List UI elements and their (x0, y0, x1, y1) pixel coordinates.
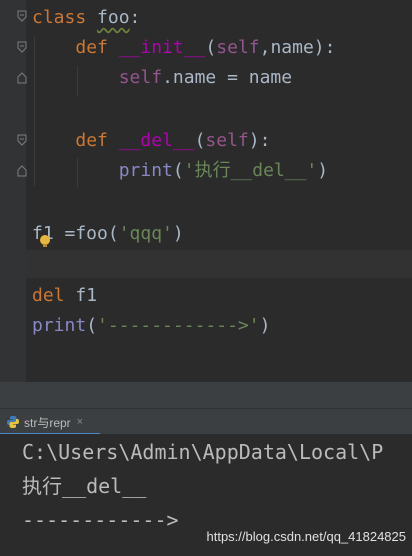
code-token: 'qqq' (118, 223, 173, 244)
editor-gutter (0, 0, 26, 382)
code-token: print (118, 160, 173, 181)
code-token: .name = name (162, 67, 293, 88)
console-output-line: C:\Users\Admin\AppData\Local\P (22, 440, 384, 464)
console-output-line: ------------> (22, 508, 179, 532)
watermark: https://blog.csdn.net/qq_41824825 (206, 529, 407, 544)
code-token: ) (259, 315, 271, 336)
code-token: f1 (64, 285, 98, 306)
console-output-line: 执行__del__ (22, 474, 147, 498)
close-icon[interactable]: × (77, 416, 83, 428)
code-token: def (75, 37, 108, 58)
code-token: def (75, 130, 108, 151)
code-line[interactable]: print('------------>') (32, 311, 270, 341)
code-line[interactable]: del f1 (32, 281, 97, 311)
code-token: ( (86, 315, 98, 336)
code-token: del (32, 285, 65, 306)
run-console[interactable]: C:\Users\Admin\AppData\Local\P 执行__del__… (0, 434, 412, 556)
code-token: ) (172, 223, 184, 244)
code-token: ( (205, 37, 217, 58)
fold-marker-icon[interactable] (16, 41, 28, 53)
run-panel-header: str与repr × (0, 408, 412, 435)
code-line[interactable]: self.name = name (32, 63, 292, 93)
code-token: '执行__del__' (183, 160, 318, 181)
code-token: self (205, 130, 249, 151)
code-line[interactable]: print('执行__del__') (32, 156, 328, 186)
lightbulb-icon[interactable] (40, 235, 50, 247)
fold-marker-icon[interactable] (16, 10, 28, 22)
code-line[interactable]: def __del__(self): (32, 126, 270, 156)
python-icon (7, 416, 19, 428)
code-line[interactable]: def __init__(self,name): (32, 33, 335, 63)
code-token: __del__ (118, 130, 195, 151)
code-token: __init__ (118, 37, 206, 58)
fold-end-marker-icon[interactable] (16, 72, 28, 84)
run-tab-label: str与repr (24, 415, 71, 430)
current-line-highlight (26, 250, 412, 278)
code-token: ,name): (259, 37, 336, 58)
fold-marker-icon[interactable] (16, 134, 28, 146)
code-line[interactable]: f1 =foo('qqq') (32, 219, 184, 249)
code-editor[interactable]: class foo: def __init__(self,name): self… (0, 0, 412, 382)
code-token: ( (194, 130, 206, 151)
code-token: self (216, 37, 260, 58)
panel-divider (0, 382, 412, 408)
code-token: ) (317, 160, 329, 181)
code-token: '------------>' (97, 315, 260, 336)
fold-end-marker-icon[interactable] (16, 165, 28, 177)
code-token: ( (172, 160, 184, 181)
code-token: : (129, 7, 141, 28)
code-token: self (118, 67, 163, 88)
code-line[interactable]: class foo: (32, 3, 140, 33)
code-token: ): (248, 130, 271, 151)
code-token: class (32, 7, 87, 28)
code-token: foo (97, 7, 130, 28)
run-tab[interactable]: str与repr × (0, 409, 89, 435)
code-token: print (32, 315, 87, 336)
